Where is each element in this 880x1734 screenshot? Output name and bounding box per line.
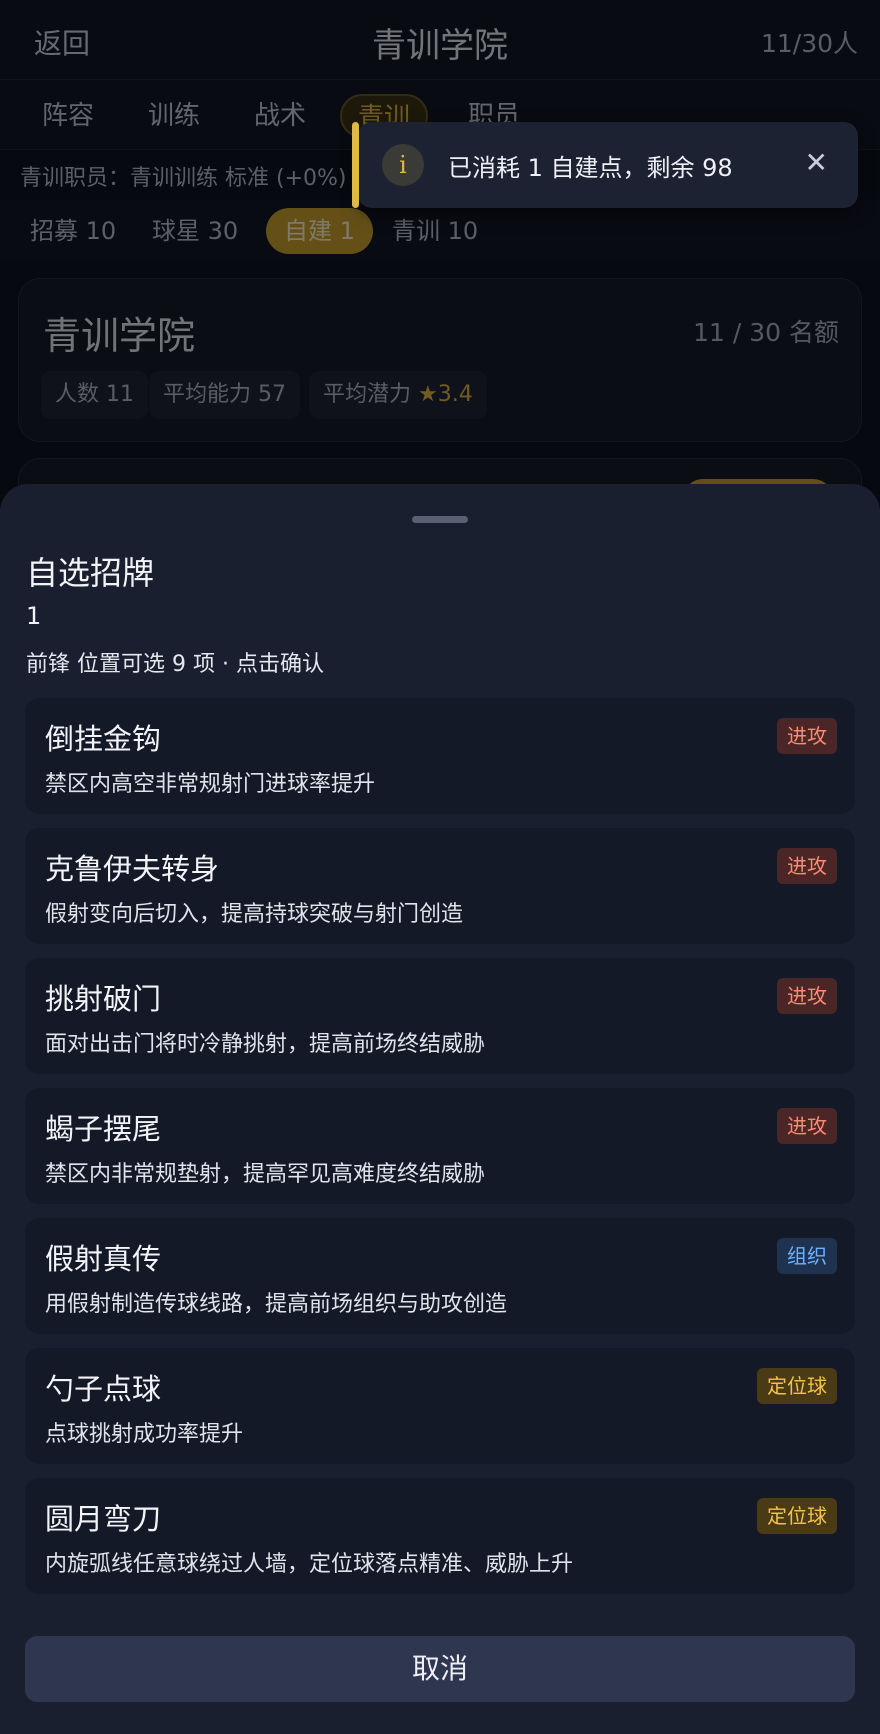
skill-tag: 进攻 [777, 848, 837, 884]
skill-description: 用假射制造传球线路，提高前场组织与助攻创造 [45, 1292, 508, 1317]
info-icon: i [382, 144, 424, 186]
skill-name: 挑射破门 [45, 982, 162, 1016]
toast-accent-bar [352, 122, 359, 208]
skill-item[interactable]: 挑射破门 面对出击门将时冷静挑射，提高前场终结威胁 进攻 [25, 958, 855, 1074]
toast-message: 已消耗 1 自建点，剩余 98 [448, 154, 733, 182]
skill-description: 内旋弧线任意球绕过人墙，定位球落点精准、威胁上升 [45, 1552, 574, 1577]
sheet-drag-handle[interactable] [412, 516, 468, 523]
toast-notification: i 已消耗 1 自建点，剩余 98 ✕ [352, 122, 858, 208]
sheet-title: 自选招牌 [26, 554, 155, 592]
skill-description: 点球挑射成功率提升 [45, 1422, 244, 1447]
skill-name: 假射真传 [45, 1242, 162, 1276]
skill-tag: 定位球 [757, 1498, 837, 1534]
skill-list[interactable]: 倒挂金钩 禁区内高空非常规射门进球率提升 进攻 克鲁伊夫转身 假射变向后切入，提… [25, 698, 855, 1598]
skill-description: 禁区内高空非常规射门进球率提升 [45, 772, 376, 797]
skill-item[interactable]: 倒挂金钩 禁区内高空非常规射门进球率提升 进攻 [25, 698, 855, 814]
skill-item[interactable]: 圆月弯刀 内旋弧线任意球绕过人墙，定位球落点精准、威胁上升 定位球 [25, 1478, 855, 1594]
skill-tag: 组织 [777, 1238, 837, 1274]
skill-name: 圆月弯刀 [45, 1502, 162, 1536]
skill-name: 蝎子摆尾 [45, 1112, 162, 1146]
skill-item[interactable]: 勺子点球 点球挑射成功率提升 定位球 [25, 1348, 855, 1464]
skill-name: 勺子点球 [45, 1372, 162, 1406]
skill-tag: 进攻 [777, 718, 837, 754]
bottom-sheet: 自选招牌 1 前锋 位置可选 9 项 · 点击确认 倒挂金钩 禁区内高空非常规射… [0, 484, 880, 1734]
skill-tag: 进攻 [777, 978, 837, 1014]
cancel-button[interactable]: 取消 [25, 1636, 855, 1702]
skill-description: 禁区内非常规垫射，提高罕见高难度终结威胁 [45, 1162, 486, 1187]
skill-tag: 进攻 [777, 1108, 837, 1144]
skill-description: 假射变向后切入，提高持球突破与射门创造 [45, 902, 464, 927]
skill-item[interactable]: 假射真传 用假射制造传球线路，提高前场组织与助攻创造 组织 [25, 1218, 855, 1334]
skill-item[interactable]: 克鲁伊夫转身 假射变向后切入，提高持球突破与射门创造 进攻 [25, 828, 855, 944]
skill-name: 倒挂金钩 [45, 722, 162, 756]
skill-name: 克鲁伊夫转身 [45, 852, 220, 886]
skill-tag: 定位球 [757, 1368, 837, 1404]
sheet-count: 1 [26, 602, 42, 630]
skill-item[interactable]: 蝎子摆尾 禁区内非常规垫射，提高罕见高难度终结威胁 进攻 [25, 1088, 855, 1204]
close-icon[interactable]: ✕ [805, 146, 828, 179]
sheet-subtitle: 前锋 位置可选 9 项 · 点击确认 [26, 652, 324, 677]
skill-description: 面对出击门将时冷静挑射，提高前场终结威胁 [45, 1032, 486, 1057]
